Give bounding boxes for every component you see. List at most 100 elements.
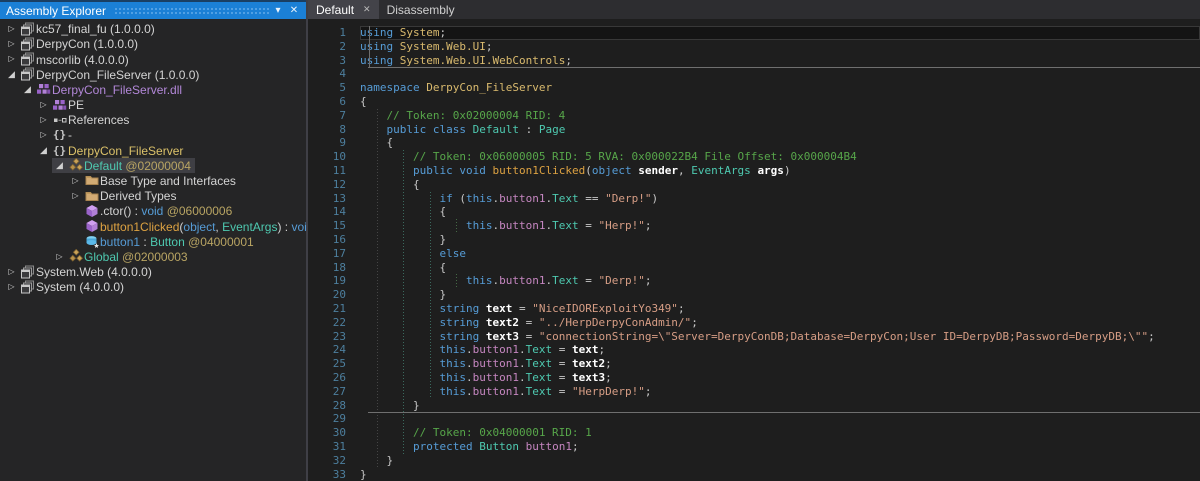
tree-item[interactable]: ▷References [0, 112, 306, 127]
tab-label: Disassembly [387, 3, 455, 17]
tree-item[interactable]: button1 : Button @04000001 [0, 234, 306, 249]
tree-item[interactable]: ▷ System.Web (4.0.0.0) [0, 264, 306, 279]
line-number: 21 [308, 302, 360, 316]
code-line-text: { [360, 95, 1200, 109]
line-number: 20 [308, 288, 360, 302]
code-line-text: this.button1.Text = "Derp!"; [360, 274, 1200, 288]
line-number: 31 [308, 440, 360, 454]
code-line-text: } [360, 468, 1200, 481]
line-number: 5 [308, 81, 360, 95]
expander-icon[interactable]: ▷ [36, 112, 51, 127]
tab-disassembly[interactable]: Disassembly [379, 0, 463, 19]
assembly-explorer-titlebar[interactable]: Assembly Explorer ▾ ✕ [0, 0, 306, 19]
expander-icon[interactable]: ▷ [4, 36, 19, 51]
class-icon [67, 158, 84, 172]
tree-item[interactable]: .ctor() : void @06000006 [0, 203, 306, 218]
code-line: 25 this.button1.Text = text2; [308, 357, 1200, 371]
tree-item[interactable]: ▷System (4.0.0.0) [0, 279, 306, 294]
line-number: 1 [308, 26, 360, 40]
expander-icon[interactable]: ◢ [4, 67, 19, 82]
tree-item-label: mscorlib (4.0.0.0) [36, 52, 129, 67]
code-line-text: { [360, 261, 1200, 275]
expander-icon[interactable]: ▷ [4, 279, 19, 294]
expander-icon[interactable]: ▷ [52, 249, 67, 264]
expander-icon[interactable]: ▷ [4, 21, 19, 36]
document-area: Default ✕ Disassembly 1using System;2usi… [308, 0, 1200, 481]
expander-icon[interactable]: ▷ [36, 97, 51, 112]
tree-item[interactable]: button1Clicked(object, EventArgs) : void [0, 218, 306, 233]
tree-item[interactable]: ◢Default @02000004 [0, 158, 306, 173]
tree-item[interactable]: ▷{}- [0, 127, 306, 142]
tree-item-label: DerpyCon_FileServer.dll [52, 82, 182, 97]
tree-item-label: Base Type and Interfaces [100, 173, 236, 188]
code-line-text: public class Default : Page [360, 123, 1200, 137]
tree-item[interactable]: ▷DerpyCon (1.0.0.0) [0, 36, 306, 51]
assembly-icon [19, 280, 36, 294]
line-number: 12 [308, 178, 360, 192]
code-line: 2using System.Web.UI; [308, 40, 1200, 54]
code-line-text: protected Button button1; [360, 440, 1200, 454]
module-icon [35, 82, 52, 96]
code-editor[interactable]: 1using System;2using System.Web.UI;3usin… [308, 19, 1200, 481]
line-number: 3 [308, 54, 360, 68]
tree-item-label: button1Clicked(object, EventArgs) : void [100, 219, 306, 234]
code-line: 4 [308, 67, 1200, 81]
line-number: 17 [308, 247, 360, 261]
tree-item[interactable]: ◢ DerpyCon_FileServer.dll [0, 82, 306, 97]
indent-guide [403, 150, 404, 454]
tree-item[interactable]: ▷Global @02000003 [0, 249, 306, 264]
line-number: 30 [308, 426, 360, 440]
tree-item[interactable]: ▷ Base Type and Interfaces [0, 173, 306, 188]
code-pane: 1using System;2using System.Web.UI;3usin… [308, 19, 1200, 481]
line-number: 22 [308, 316, 360, 330]
tree-item-label: System.Web (4.0.0.0) [36, 264, 152, 279]
code-line-text [360, 412, 1200, 426]
assembly-icon [19, 67, 36, 81]
code-line: 11 public void button1Clicked(object sen… [308, 164, 1200, 178]
code-line-text: this.button1.Text = text3; [360, 371, 1200, 385]
chevron-down-icon[interactable]: ▾ [270, 3, 286, 18]
tree-item[interactable]: ◢DerpyCon_FileServer (1.0.0.0) [0, 67, 306, 82]
tab-default[interactable]: Default ✕ [308, 0, 379, 19]
expander-icon[interactable]: ▷ [36, 127, 51, 142]
expander-icon[interactable]: ▷ [4, 264, 19, 279]
code-line: 16 } [308, 233, 1200, 247]
line-number: 23 [308, 330, 360, 344]
code-line: 26 this.button1.Text = text3; [308, 371, 1200, 385]
code-line-text: // Token: 0x06000005 RID: 5 RVA: 0x00002… [360, 150, 1200, 164]
indent-guide [377, 109, 378, 468]
code-line-text: } [360, 399, 1200, 413]
expander-icon[interactable]: ◢ [36, 143, 51, 158]
tree-item[interactable]: ▷kc57_final_fu (1.0.0.0) [0, 21, 306, 36]
close-icon[interactable]: ✕ [286, 3, 302, 18]
tree-item[interactable]: ▷Derived Types [0, 188, 306, 203]
tree-item[interactable]: ◢{}DerpyCon_FileServer [0, 143, 306, 158]
line-number: 26 [308, 371, 360, 385]
code-line-text: // Token: 0x02000004 RID: 4 [360, 109, 1200, 123]
code-line: 31 protected Button button1; [308, 440, 1200, 454]
code-line: 29 [308, 412, 1200, 426]
code-line-text: { [360, 205, 1200, 219]
line-number: 7 [308, 109, 360, 123]
indent-guide [456, 274, 457, 288]
assembly-icon [19, 52, 36, 66]
expander-icon[interactable]: ◢ [52, 158, 67, 173]
assembly-icon [19, 265, 36, 279]
code-line: 7 // Token: 0x02000004 RID: 4 [308, 109, 1200, 123]
code-line-text: { [360, 178, 1200, 192]
expander-icon[interactable]: ◢ [20, 82, 35, 97]
namespace-icon: {} [51, 128, 68, 141]
code-line: 12 { [308, 178, 1200, 192]
tab-strip: Default ✕ Disassembly [308, 0, 1200, 19]
assembly-tree[interactable]: ▷kc57_final_fu (1.0.0.0)▷DerpyCon (1.0.0… [0, 19, 306, 481]
tree-item[interactable]: ▷PE [0, 97, 306, 112]
tree-item[interactable]: ▷ mscorlib (4.0.0.0) [0, 51, 306, 66]
expander-icon[interactable]: ▷ [68, 188, 83, 203]
tab-close-icon[interactable]: ✕ [363, 4, 371, 15]
code-line: 28 } [308, 399, 1200, 413]
line-number: 19 [308, 274, 360, 288]
code-line-text: this.button1.Text = "HerpDerp!"; [360, 385, 1200, 399]
folder-icon [83, 189, 100, 203]
expander-icon[interactable]: ▷ [68, 173, 83, 188]
expander-icon[interactable]: ▷ [4, 51, 19, 66]
